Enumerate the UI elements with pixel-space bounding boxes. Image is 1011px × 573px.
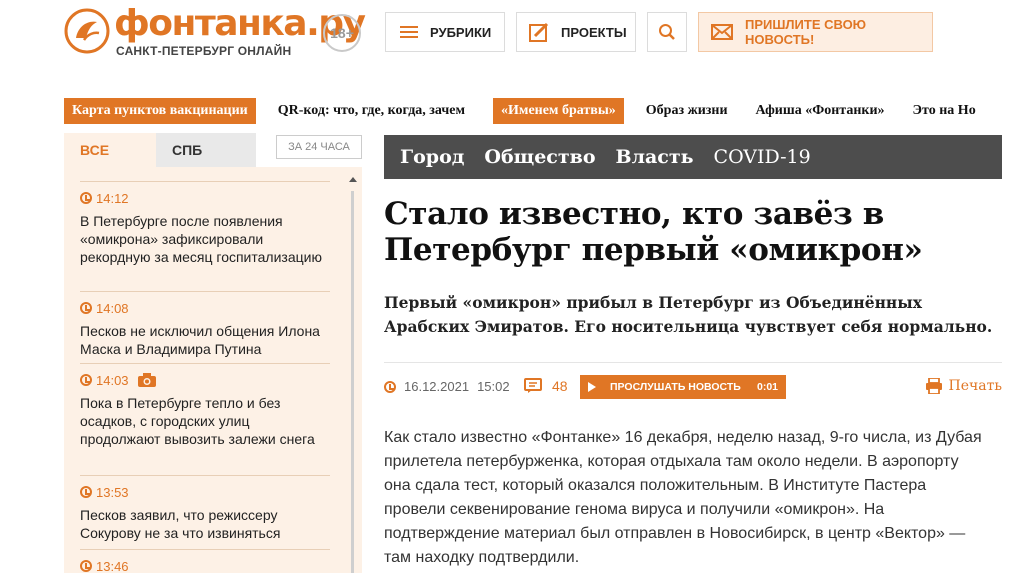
topnav-item-afisha[interactable]: Афиша «Фонтанки»: [756, 103, 885, 119]
news-headline[interactable]: Песков не исключил общения Илона Маска и…: [80, 322, 330, 358]
top-nav: Карта пунктов вакцинации QR-код: что, гд…: [64, 96, 1011, 126]
envelope-icon: [711, 24, 733, 40]
clock-icon: [80, 486, 92, 498]
projects-button[interactable]: ПРОЕКТЫ: [516, 12, 636, 52]
listen-label: ПРОСЛУШАТЬ НОВОСТЬ: [610, 381, 741, 393]
clock-icon: [80, 374, 92, 386]
search-icon: [659, 24, 675, 40]
listen-news-button[interactable]: ПРОСЛУШАТЬ НОВОСТЬ 0:01: [580, 375, 786, 399]
news-time-value: 14:08: [96, 300, 129, 316]
news-time-value: 13:46: [96, 558, 129, 573]
topnav-item-vaccination-map[interactable]: Карта пунктов вакцинации: [64, 98, 256, 124]
news-time: 13:53: [80, 484, 330, 500]
menu-icon: [400, 25, 418, 39]
feed-tabs: ВСЕ СПБ ЗА 24 ЧАСА: [64, 133, 362, 167]
comment-icon: [524, 378, 542, 393]
rubric-link-covid[interactable]: COVID-19: [714, 146, 811, 168]
clock-icon: [80, 192, 92, 204]
news-feed-list: 14:12 В Петербурге после появления «омик…: [64, 167, 362, 573]
comments-link[interactable]: 48: [524, 378, 568, 394]
news-item[interactable]: 13:46: [80, 549, 330, 573]
listen-duration: 0:01: [756, 381, 778, 393]
printer-icon: [925, 378, 942, 394]
clock-icon: [384, 380, 396, 393]
topnav-item-more[interactable]: Это на Но: [913, 103, 976, 119]
news-feed-sidebar: ВСЕ СПБ ЗА 24 ЧАСА 14:12 В Петербурге по…: [64, 133, 362, 573]
projects-label: ПРОЕКТЫ: [561, 24, 627, 40]
news-time: 14:08: [80, 300, 330, 316]
play-icon: [588, 382, 596, 392]
scroll-track[interactable]: [351, 191, 354, 573]
rubric-link-city[interactable]: Город: [400, 146, 464, 168]
news-item[interactable]: 13:53 Песков заявил, что режиссеру Сокур…: [80, 475, 330, 542]
rubrics-button[interactable]: РУБРИКИ: [385, 12, 505, 52]
print-button[interactable]: Печать: [925, 378, 1002, 394]
article-title: Стало известно, кто завёз в Петербург пе…: [384, 196, 923, 268]
publish-time: 15:02: [477, 379, 510, 394]
news-time-value: 14:12: [96, 190, 129, 206]
tab-all[interactable]: ВСЕ: [64, 133, 156, 167]
tab-24h-button[interactable]: ЗА 24 ЧАСА: [276, 135, 362, 159]
rubric-link-power[interactable]: Власть: [616, 146, 694, 168]
news-item[interactable]: 14:12 В Петербурге после появления «омик…: [80, 181, 330, 266]
publish-date: 16.12.2021: [404, 379, 470, 394]
tab-spb[interactable]: СПБ: [156, 133, 256, 167]
news-time: 14:12: [80, 190, 330, 206]
article-lead: Первый «омикрон» прибыл в Петербург из О…: [384, 293, 993, 336]
news-time: 14:03: [80, 372, 330, 388]
site-logo[interactable]: фонтанка.ру САНКТ-ПЕТЕРБУРГ ОНЛАЙН: [64, 4, 366, 62]
print-label: Печать: [948, 378, 1002, 394]
news-headline[interactable]: Пока в Петербурге тепло и без осадков, с…: [80, 394, 330, 448]
site-header: фонтанка.ру САНКТ-ПЕТЕРБУРГ ОНЛАЙН 18+ Р…: [0, 0, 1011, 70]
rubrics-label: РУБРИКИ: [430, 24, 492, 40]
logo-subtitle: САНКТ-ПЕТЕРБУРГ ОНЛАЙН: [116, 44, 292, 58]
search-button[interactable]: [647, 12, 687, 52]
send-news-button[interactable]: ПРИШЛИТЕ СВОЮ НОВОСТЬ!: [698, 12, 933, 52]
news-time-value: 13:53: [96, 484, 129, 500]
send-news-label: ПРИШЛИТЕ СВОЮ НОВОСТЬ!: [745, 17, 867, 47]
news-headline[interactable]: В Петербурге после появления «омикрона» …: [80, 212, 330, 266]
clock-icon: [80, 302, 92, 314]
comments-count: 48: [552, 378, 568, 394]
rubric-bar: Город Общество Власть COVID-19: [384, 135, 1002, 179]
topnav-item-qr-code[interactable]: QR-код: что, где, когда, зачем: [278, 103, 465, 119]
projects-icon: [529, 22, 549, 42]
topnav-item-lifestyle[interactable]: Образ жизни: [646, 103, 728, 119]
divider: [384, 362, 1002, 363]
news-item[interactable]: 14:08 Песков не исключил общения Илона М…: [80, 291, 330, 358]
scroll-up-icon[interactable]: [349, 177, 357, 182]
camera-icon: [137, 373, 156, 387]
article-meta: 16.12.2021 15:02 48 ПРОСЛУШАТЬ НОВОСТЬ 0…: [384, 374, 1002, 400]
rubric-link-society[interactable]: Общество: [484, 146, 595, 168]
article-body: Как стало известно «Фонтанке» 16 декабря…: [384, 429, 982, 566]
topnav-item-imenem-bratvy[interactable]: «Именем братвы»: [493, 98, 624, 124]
feed-scrollbar[interactable]: [347, 177, 359, 573]
news-headline[interactable]: Песков заявил, что режиссеру Сокурову не…: [80, 506, 330, 542]
clock-icon: [80, 560, 92, 572]
age-rating-badge: 18+: [323, 14, 361, 52]
publish-datetime: 16.12.2021 15:02: [384, 379, 510, 394]
news-time: 13:46: [80, 558, 330, 573]
news-time-value: 14:03: [96, 372, 129, 388]
logo-mark-icon: [64, 8, 110, 54]
news-item[interactable]: 14:03 Пока в Петербурге тепло и без осад…: [80, 363, 330, 448]
